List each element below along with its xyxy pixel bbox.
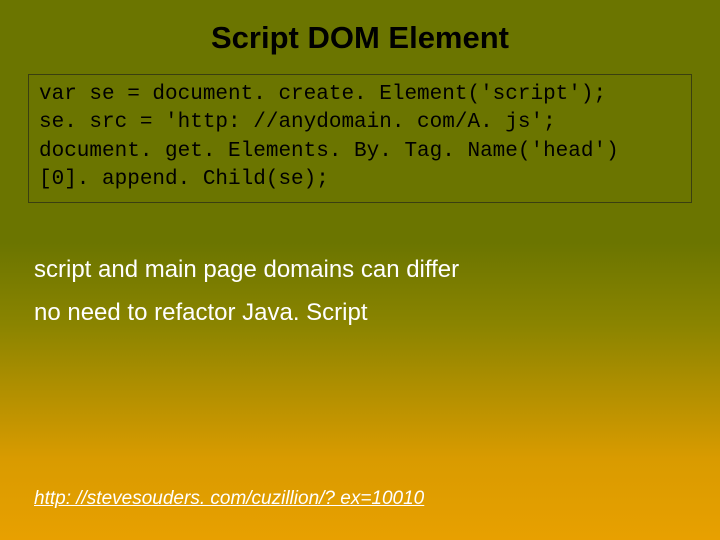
- code-line-1: var se = document. create. Element('scri…: [39, 83, 606, 106]
- code-line-2: se. src = 'http: //anydomain. com/A. js'…: [39, 111, 556, 134]
- code-block: var se = document. create. Element('scri…: [28, 74, 692, 203]
- code-line-4: [0]. append. Child(se);: [39, 168, 329, 191]
- code-line-3: document. get. Elements. By. Tag. Name('…: [39, 140, 619, 163]
- body-line-2: no need to refactor Java. Script: [34, 294, 686, 332]
- reference-link[interactable]: http: //stevesouders. com/cuzillion/? ex…: [34, 488, 424, 510]
- slide-title: Script DOM Element: [0, 0, 720, 74]
- body-text: script and main page domains can differ …: [34, 251, 686, 332]
- body-line-1: script and main page domains can differ: [34, 251, 686, 289]
